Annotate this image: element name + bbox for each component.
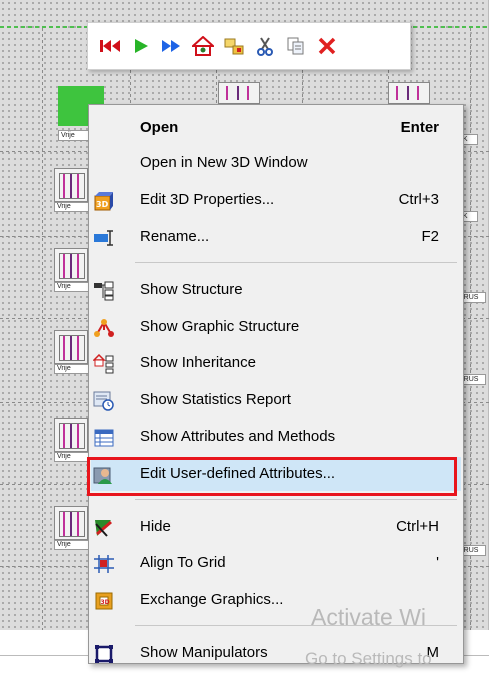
menu-item-label: Show Structure <box>140 281 243 298</box>
home-graphic-icon[interactable] <box>187 31 218 61</box>
menu-item-show-inheritance[interactable]: Show Inheritance <box>91 346 461 380</box>
menu-item-label: Show Manipulators <box>140 644 268 661</box>
menu-item-shortcut: ' <box>436 554 439 571</box>
menu-separator <box>135 499 457 500</box>
mini-toolbar <box>87 22 411 70</box>
manipulators-icon <box>93 643 115 665</box>
attributes-table-icon <box>93 427 115 449</box>
graphic-structure-icon <box>93 317 115 339</box>
hide-icon <box>93 517 115 539</box>
object-icon <box>54 330 88 364</box>
grid-line <box>42 28 43 630</box>
object-icon <box>54 418 88 452</box>
play-icon[interactable] <box>125 31 156 61</box>
menu-item-label: Show Inheritance <box>140 354 256 371</box>
menu-item-edit-3d-properties[interactable]: 3D Edit 3D Properties... Ctrl+3 <box>91 183 461 217</box>
delete-icon[interactable] <box>311 31 342 61</box>
menu-item-label: Rename... <box>140 228 210 245</box>
activation-watermark: Activate Wi <box>311 604 427 630</box>
skip-first-icon[interactable] <box>94 31 125 61</box>
object-node[interactable] <box>388 82 430 104</box>
menu-item-label: Show Graphic Structure <box>140 318 300 335</box>
folder-open-icon[interactable] <box>218 31 249 61</box>
user-attributes-icon <box>93 464 115 486</box>
menu-item-label: Show Attributes and Methods <box>140 428 336 445</box>
menu-item-shortcut: Ctrl+H <box>396 518 439 535</box>
menu-item-open[interactable]: Open Enter <box>91 111 461 145</box>
svg-text:3D: 3D <box>101 599 110 606</box>
node-label: Vrije <box>54 202 90 212</box>
menu-item-label: Edit User-defined Attributes... <box>140 465 336 482</box>
inheritance-icon <box>93 353 115 375</box>
align-grid-icon <box>93 553 115 575</box>
menu-item-shortcut: F2 <box>421 228 439 245</box>
grid-line <box>470 28 471 630</box>
menu-item-open-3d-window[interactable]: Open in New 3D Window <box>91 146 461 180</box>
object-node[interactable]: Vrije <box>54 330 90 374</box>
menu-item-label: Show Statistics Report <box>140 391 291 408</box>
object-node[interactable]: Vrije <box>54 506 90 550</box>
menu-item-label: Open <box>140 119 179 136</box>
object-node[interactable] <box>218 82 260 104</box>
menu-item-shortcut: Ctrl+3 <box>398 191 439 208</box>
menu-item-label: Edit 3D Properties... <box>140 191 275 208</box>
object-node[interactable]: Vrije <box>54 248 90 292</box>
menu-item-show-graphic-structure[interactable]: Show Graphic Structure <box>91 310 461 344</box>
object-node[interactable]: Vrije <box>54 168 90 212</box>
copy-icon[interactable] <box>280 31 311 61</box>
3d-properties-icon: 3D <box>93 190 115 212</box>
exchange-graphics-icon: 3D <box>93 590 115 612</box>
menu-item-shortcut: Enter <box>400 119 439 136</box>
menu-item-edit-user-defined-attributes[interactable]: Edit User-defined Attributes... <box>91 457 461 491</box>
node-label: Vrije <box>54 452 90 462</box>
svg-text:3D: 3D <box>96 200 109 209</box>
menu-separator <box>135 262 457 263</box>
menu-item-hide[interactable]: Hide Ctrl+H <box>91 510 461 544</box>
menu-item-align-to-grid[interactable]: Align To Grid ' <box>91 546 461 580</box>
node-label: Vrije <box>54 540 90 550</box>
node-label: Vrije <box>54 364 90 374</box>
context-menu: Open Enter Open in New 3D Window 3D Edit… <box>88 104 464 664</box>
activation-watermark-subtext: Go to Settings to <box>305 649 432 668</box>
statistics-report-icon <box>93 390 115 412</box>
menu-item-show-structure[interactable]: Show Structure <box>91 273 461 307</box>
menu-item-label: Open in New 3D Window <box>140 154 308 171</box>
menu-item-label: Exchange Graphics... <box>140 591 284 608</box>
object-icon <box>54 248 88 282</box>
object-icon <box>54 506 88 540</box>
node-label: Vrije <box>54 282 90 292</box>
rename-icon <box>93 227 115 249</box>
menu-item-show-attributes-methods[interactable]: Show Attributes and Methods <box>91 420 461 454</box>
menu-item-rename[interactable]: Rename... F2 <box>91 220 461 254</box>
structure-icon <box>93 280 115 302</box>
menu-item-label: Hide <box>140 518 171 535</box>
fast-forward-icon[interactable] <box>156 31 187 61</box>
object-node[interactable]: Vrije <box>54 418 90 462</box>
object-icon <box>54 168 88 202</box>
cut-icon[interactable] <box>249 31 280 61</box>
menu-item-show-statistics-report[interactable]: Show Statistics Report <box>91 383 461 417</box>
menu-item-label: Align To Grid <box>140 554 226 571</box>
